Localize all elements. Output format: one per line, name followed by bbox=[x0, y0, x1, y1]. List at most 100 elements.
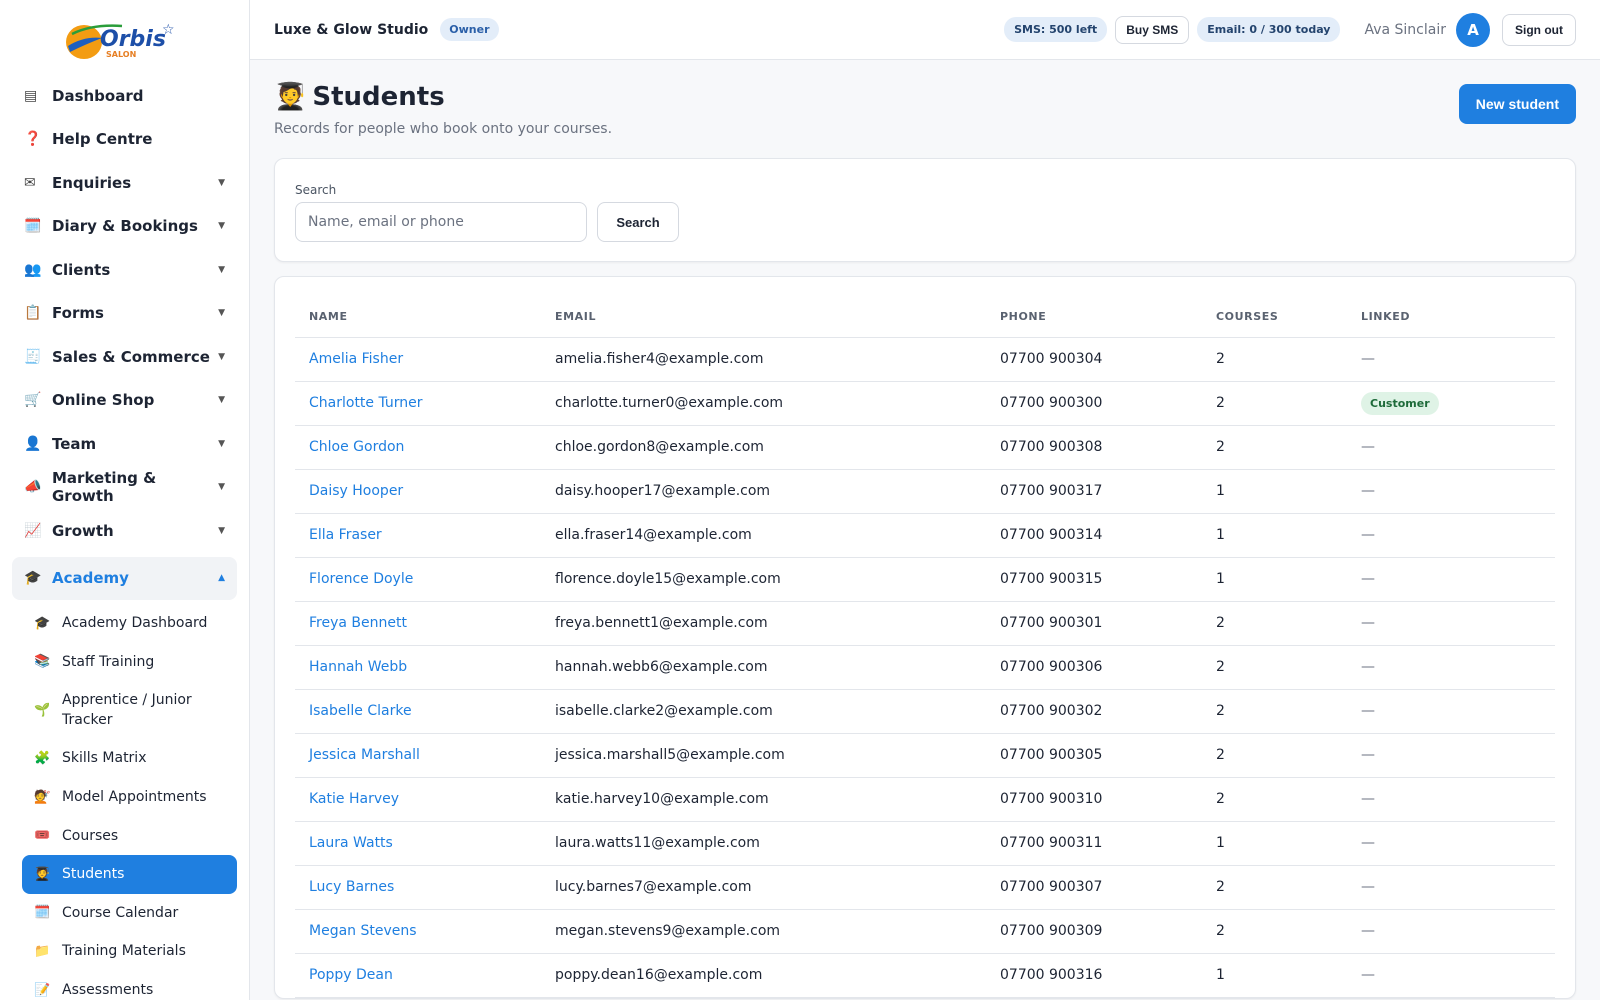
student-name-link[interactable]: Ella Fraser bbox=[295, 513, 541, 558]
sidebar-item-label: Diary & Bookings bbox=[52, 217, 198, 236]
sidebar-subitem-label: Students bbox=[62, 866, 125, 883]
sidebar-item-diary-bookings[interactable]: 🗓️ Diary & Bookings ▼ bbox=[12, 205, 237, 249]
search-input[interactable] bbox=[295, 202, 587, 242]
table-row[interactable]: Poppy Dean poppy.dean16@example.com 07700 … bbox=[295, 953, 1555, 998]
page-title-text: Students bbox=[312, 82, 445, 112]
sidebar-subitem-training-materials[interactable]: 📁 Training Materials bbox=[22, 932, 237, 971]
student-name-link[interactable]: Chloe Gordon bbox=[295, 425, 541, 470]
user-name: Ava Sinclair bbox=[1364, 21, 1446, 38]
sign-out-button[interactable]: Sign out bbox=[1502, 13, 1576, 46]
sidebar-item-forms[interactable]: 📋 Forms ▼ bbox=[12, 292, 237, 336]
sidebar-nav: ▤ Dashboard ❓ Help Centre ✉ Enquiries ▼ 🗓️ Diary… bbox=[0, 74, 249, 1000]
sidebar-subitem-assessments[interactable]: 📝 Assessments bbox=[22, 971, 237, 1000]
table-row[interactable]: Isabelle Clarke isabelle.clarke2@example.… bbox=[295, 689, 1555, 734]
student-name-link[interactable]: Freya Bennett bbox=[295, 601, 541, 646]
chevron-down-icon: ▼ bbox=[218, 525, 225, 536]
sidebar-subitem-course-calendar[interactable]: 🗓️ Course Calendar bbox=[22, 894, 237, 933]
table-row[interactable]: Florence Doyle florence.doyle15@example.c… bbox=[295, 557, 1555, 602]
email-cell: jessica.marshall5@example.com bbox=[541, 733, 986, 778]
column-header-linked[interactable]: LINKED bbox=[1347, 297, 1555, 338]
sidebar-item-dashboard[interactable]: ▤ Dashboard bbox=[12, 74, 237, 118]
courses-cell: 1 bbox=[1202, 513, 1347, 558]
phone-cell: 07700 900315 bbox=[986, 557, 1202, 602]
sidebar-subitem-courses[interactable]: 🎟️ Courses bbox=[22, 816, 237, 855]
phone-cell: 07700 900300 bbox=[986, 381, 1202, 426]
sidebar-item-enquiries[interactable]: ✉ Enquiries ▼ bbox=[12, 161, 237, 205]
student-name-link[interactable]: Isabelle Clarke bbox=[295, 689, 541, 734]
sidebar-subitem-label: Training Materials bbox=[62, 943, 186, 960]
table-row[interactable]: Megan Stevens megan.stevens9@example.com 0… bbox=[295, 909, 1555, 954]
sidebar-subitem-skills-matrix[interactable]: 🧩 Skills Matrix bbox=[22, 739, 237, 778]
sidebar-item-help-centre[interactable]: ❓ Help Centre bbox=[12, 118, 237, 162]
column-header-name[interactable]: NAME bbox=[295, 297, 541, 338]
table-row[interactable]: Lucy Barnes lucy.barnes7@example.com 07700… bbox=[295, 865, 1555, 910]
table-row[interactable]: Ella Fraser ella.fraser14@example.com 0770… bbox=[295, 513, 1555, 558]
phone-cell: 07700 900302 bbox=[986, 689, 1202, 734]
column-header-phone[interactable]: PHONE bbox=[986, 297, 1202, 338]
buy-sms-button[interactable]: Buy SMS bbox=[1115, 15, 1190, 44]
chevron-up-icon: ▲ bbox=[218, 573, 225, 584]
sidebar-subitem-apprentice-junior-tracker[interactable]: 🌱 Apprentice / Junior Tracker bbox=[22, 681, 237, 739]
new-student-button[interactable]: New student bbox=[1458, 84, 1576, 124]
student-name-link[interactable]: Jessica Marshall bbox=[295, 733, 541, 778]
table-row[interactable]: Hannah Webb hannah.webb6@example.com 07700… bbox=[295, 645, 1555, 690]
sidebar-item-sales-commerce[interactable]: 🧾 Sales & Commerce ▼ bbox=[12, 335, 237, 379]
linked-cell: — bbox=[1347, 601, 1555, 646]
email-cell: poppy.dean16@example.com bbox=[541, 953, 986, 998]
student-name-link[interactable]: Katie Harvey bbox=[295, 777, 541, 822]
student-name-link[interactable]: Hannah Webb bbox=[295, 645, 541, 690]
sidebar-item-academy[interactable]: 🎓 Academy ▲ bbox=[12, 556, 237, 600]
sidebar-item-marketing-growth[interactable]: 📣 Marketing & Growth ▼ bbox=[12, 466, 237, 510]
table-row[interactable]: Amelia Fisher amelia.fisher4@example.com 0… bbox=[295, 337, 1555, 382]
sidebar-item-online-shop[interactable]: 🛒 Online Shop ▼ bbox=[12, 379, 237, 423]
search-button[interactable]: Search bbox=[597, 202, 679, 242]
logo-text: Orbis bbox=[100, 27, 166, 52]
table-row[interactable]: Chloe Gordon chloe.gordon8@example.com 077… bbox=[295, 425, 1555, 470]
student-name-link[interactable]: Poppy Dean bbox=[295, 953, 541, 998]
linked-cell: — bbox=[1347, 689, 1555, 734]
student-name-link[interactable]: Laura Watts bbox=[295, 821, 541, 866]
students-table: NAME EMAIL PHONE COURSES LINKED Amelia F… bbox=[295, 297, 1555, 998]
email-cell: ella.fraser14@example.com bbox=[541, 513, 986, 558]
phone-cell: 07700 900304 bbox=[986, 337, 1202, 382]
student-name-link[interactable]: Daisy Hooper bbox=[295, 469, 541, 514]
email-cell: megan.stevens9@example.com bbox=[541, 909, 986, 954]
sidebar-subitem-academy-dashboard[interactable]: 🎓 Academy Dashboard bbox=[22, 604, 237, 643]
sidebar-subitem-staff-training[interactable]: 📚 Staff Training bbox=[22, 643, 237, 682]
table-row[interactable]: Charlotte Turner charlotte.turner0@exampl… bbox=[295, 381, 1555, 426]
linked-cell: — bbox=[1347, 821, 1555, 866]
phone-cell: 07700 900307 bbox=[986, 865, 1202, 910]
sidebar-item-team[interactable]: 👤 Team ▼ bbox=[12, 422, 237, 466]
phone-cell: 07700 900301 bbox=[986, 601, 1202, 646]
sidebar-item-growth[interactable]: 📈 Growth ▼ bbox=[12, 509, 237, 553]
courses-cell: 2 bbox=[1202, 645, 1347, 690]
logo-subtext: SALON bbox=[106, 50, 136, 59]
dashboard-icon: ▤ bbox=[24, 87, 38, 104]
email-cell: daisy.hooper17@example.com bbox=[541, 469, 986, 514]
table-row[interactable]: Katie Harvey katie.harvey10@example.com 07… bbox=[295, 777, 1555, 822]
student-name-link[interactable]: Lucy Barnes bbox=[295, 865, 541, 910]
chevron-down-icon: ▼ bbox=[218, 177, 225, 188]
column-header-email[interactable]: EMAIL bbox=[541, 297, 986, 338]
courses-icon: 🎟️ bbox=[34, 828, 51, 844]
table-row[interactable]: Laura Watts laura.watts11@example.com 0770… bbox=[295, 821, 1555, 866]
apprentice-junior-tracker-icon: 🌱 bbox=[34, 702, 51, 718]
sidebar-subitem-students[interactable]: 🧑‍🎓 Students bbox=[22, 854, 237, 894]
table-row[interactable]: Freya Bennett freya.bennett1@example.com 0… bbox=[295, 601, 1555, 646]
sidebar-item-clients[interactable]: 👥 Clients ▼ bbox=[12, 248, 237, 292]
staff-training-icon: 📚 bbox=[34, 654, 51, 670]
brand-logo[interactable]: Orbis SALON ☆ bbox=[0, 0, 249, 74]
sidebar-subitem-model-appointments[interactable]: 💇 Model Appointments bbox=[22, 778, 237, 817]
column-header-courses[interactable]: COURSES bbox=[1202, 297, 1347, 338]
student-name-link[interactable]: Amelia Fisher bbox=[295, 337, 541, 382]
studio-name[interactable]: Luxe & Glow Studio bbox=[274, 22, 428, 38]
course-calendar-icon: 🗓️ bbox=[34, 905, 51, 921]
table-row[interactable]: Daisy Hooper daisy.hooper17@example.com 07… bbox=[295, 469, 1555, 514]
linked-cell: — bbox=[1347, 469, 1555, 514]
student-name-link[interactable]: Florence Doyle bbox=[295, 557, 541, 602]
table-row[interactable]: Jessica Marshall jessica.marshall5@exampl… bbox=[295, 733, 1555, 778]
student-name-link[interactable]: Megan Stevens bbox=[295, 909, 541, 954]
linked-badge: Customer bbox=[1361, 392, 1439, 415]
student-name-link[interactable]: Charlotte Turner bbox=[295, 381, 541, 426]
avatar[interactable]: A bbox=[1456, 12, 1490, 47]
